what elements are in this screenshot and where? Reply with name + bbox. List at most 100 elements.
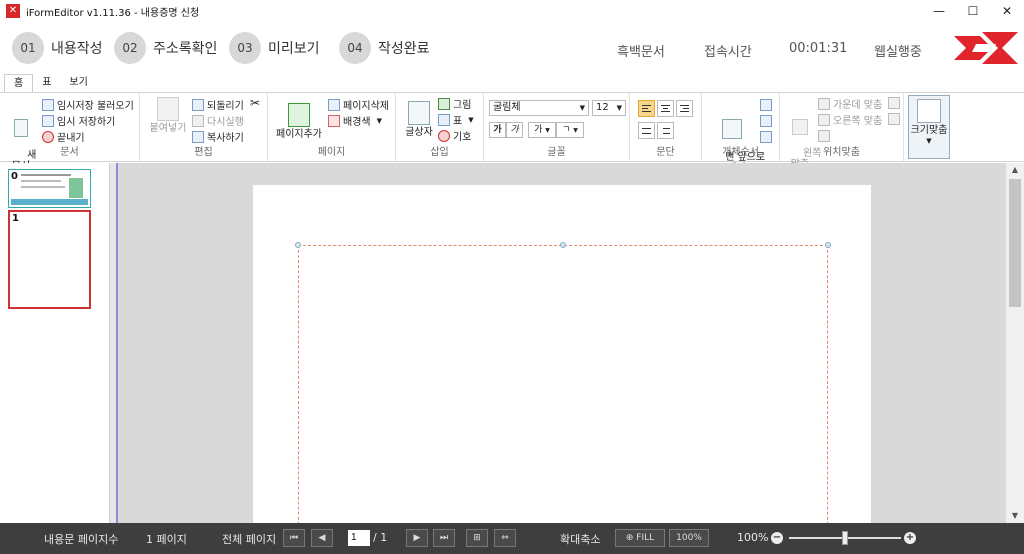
new-document-icon xyxy=(14,119,28,137)
insert-image-button[interactable]: 그림 xyxy=(438,96,471,111)
pane-splitter[interactable] xyxy=(110,163,118,523)
italic-button[interactable]: 가 xyxy=(506,122,523,138)
paste-icon xyxy=(157,97,179,121)
maximize-button[interactable]: ☐ xyxy=(956,0,990,22)
thumbnail-number: 0 xyxy=(11,171,18,182)
textbox-label: 글상자 xyxy=(405,127,433,138)
page-thumbnails: 0 1 xyxy=(0,163,110,523)
zoom-value: 100% xyxy=(737,531,769,544)
align-left-button[interactable] xyxy=(638,100,655,117)
background-color-button[interactable]: 배경색 ▼ xyxy=(328,113,382,128)
fit-page-icon[interactable]: ⊞ xyxy=(466,529,488,547)
add-page-button[interactable]: 페이지추가 xyxy=(274,103,324,140)
resize-handle[interactable] xyxy=(295,242,301,248)
align-obj-right-button[interactable]: 오른쪽 맞춤 xyxy=(818,112,882,127)
insert-image-label: 그림 xyxy=(453,100,472,111)
redo-label: 다시실행 xyxy=(207,117,244,128)
step-2[interactable]: 02 주소록확인 xyxy=(114,32,217,64)
window-title: iFormEditor v1.11.36 - 내용증명 신청 xyxy=(26,7,200,19)
group-label: 문서 xyxy=(60,147,79,158)
thumbnail-page-0[interactable]: 0 xyxy=(8,169,91,208)
document-page[interactable] xyxy=(253,185,871,523)
elapsed-value: 00:01:31 xyxy=(789,41,848,56)
scroll-up-icon[interactable]: ▲ xyxy=(1006,163,1024,177)
step-number: 03 xyxy=(229,32,261,64)
undo-button[interactable]: 되돌리기 xyxy=(192,97,244,112)
insert-table-button[interactable]: 표 ▼ xyxy=(438,112,474,127)
resize-handle[interactable] xyxy=(560,242,566,248)
app-icon: ✕ xyxy=(6,4,20,18)
insert-symbol-button[interactable]: 기호 xyxy=(438,128,471,143)
align-bottom-icon[interactable] xyxy=(818,130,830,142)
step-4[interactable]: 04 작성완료 xyxy=(339,32,430,64)
scroll-down-icon[interactable]: ▼ xyxy=(1006,509,1024,523)
scroll-thumb[interactable] xyxy=(1009,179,1021,307)
save-temp-button[interactable]: 임시 저장하기 xyxy=(42,113,115,128)
load-temp-button[interactable]: 임시저장 불러오기 xyxy=(42,97,134,112)
delete-page-button[interactable]: 페이지삭제 xyxy=(328,97,389,112)
font-size-value: 12 xyxy=(596,102,609,113)
exit-button[interactable]: 끝내기 xyxy=(42,129,85,144)
first-page-icon[interactable]: ⏮ xyxy=(283,529,305,547)
thumbnail-page-1[interactable]: 1 xyxy=(8,210,91,309)
align-obj-center-button[interactable]: 가운데 맞춤 xyxy=(818,96,882,111)
fit-size-button[interactable]: 크기맞춤 ▼ xyxy=(908,95,950,159)
textbox-button[interactable]: 글상자 xyxy=(402,101,436,138)
distribute-h-icon[interactable] xyxy=(888,97,900,109)
zoom-slider-knob[interactable] xyxy=(842,531,848,545)
prev-page-icon[interactable]: ◀ xyxy=(311,529,333,547)
tab-table[interactable]: 표 xyxy=(33,74,60,92)
zoom-in-icon[interactable]: + xyxy=(904,532,916,544)
page-count: / 1 xyxy=(373,531,388,544)
align-right-button[interactable] xyxy=(676,100,693,117)
next-page-icon[interactable]: ▶ xyxy=(406,529,428,547)
title-bar: ✕ iFormEditor v1.11.36 - 내용증명 신청 — ☐ ✕ xyxy=(0,0,1024,22)
fill-icon: ⊕ xyxy=(625,533,634,543)
line-spacing-button[interactable] xyxy=(638,122,655,139)
page-number-input[interactable] xyxy=(348,530,370,546)
thumbnail-number: 1 xyxy=(12,213,19,224)
zoom-out-icon[interactable]: − xyxy=(771,532,783,544)
fit-width-icon[interactable]: ⇔ xyxy=(494,529,516,547)
add-page-icon xyxy=(288,103,310,127)
bring-forward-icon[interactable] xyxy=(760,99,772,111)
align-center-icon xyxy=(818,97,830,110)
last-page-icon[interactable]: ⏭ xyxy=(433,529,455,547)
step-3[interactable]: 03 미리보기 xyxy=(229,32,320,64)
redo-button[interactable]: 다시실행 xyxy=(192,113,244,128)
resize-handle[interactable] xyxy=(825,242,831,248)
zoom-100-button[interactable]: 100% xyxy=(669,529,709,547)
indent-button[interactable] xyxy=(657,122,674,139)
dropdown-arrow-icon: ▼ xyxy=(573,127,578,134)
save-temp-label: 임시 저장하기 xyxy=(57,117,116,128)
editor-canvas[interactable] xyxy=(118,163,1006,523)
send-back-icon[interactable] xyxy=(760,131,772,143)
tab-home[interactable]: 홈 xyxy=(4,74,34,92)
align-obj-center-label: 가운데 맞춤 xyxy=(833,100,883,111)
redo-icon xyxy=(192,114,204,127)
fit-size-label: 크기맞춤 xyxy=(910,125,948,136)
group-edit: 붙여넣기 되돌리기 다시실행 복사하기 ✂ 편집 xyxy=(140,93,268,161)
load-temp-label: 임시저장 불러오기 xyxy=(57,101,134,112)
distribute-v-icon[interactable] xyxy=(888,113,900,125)
step-number: 04 xyxy=(339,32,371,64)
step-1[interactable]: 01 내용작성 xyxy=(12,32,103,64)
copy-button[interactable]: 복사하기 xyxy=(192,129,244,144)
font-shrink-button[interactable]: ㄱ ▼ xyxy=(556,122,584,138)
fit-size-icon xyxy=(917,99,941,123)
close-button[interactable]: ✕ xyxy=(990,0,1024,22)
font-family-select[interactable]: 굴림체 ▼ xyxy=(489,100,589,116)
font-grow-button[interactable]: 가 ▼ xyxy=(528,122,556,138)
tab-view[interactable]: 보기 xyxy=(60,74,96,92)
align-center-button[interactable] xyxy=(657,100,674,117)
bold-button[interactable]: 가 xyxy=(489,122,506,138)
fill-button[interactable]: ⊕ FILL xyxy=(615,529,665,547)
paste-button[interactable]: 붙여넣기 xyxy=(148,97,188,134)
font-size-select[interactable]: 12 ▼ xyxy=(592,100,626,116)
group-insert: 글상자 그림 표 ▼ 기호 삽입 xyxy=(396,93,484,161)
cut-icon[interactable]: ✂ xyxy=(250,96,260,110)
send-backward-icon[interactable] xyxy=(760,115,772,127)
content-frame[interactable] xyxy=(298,245,828,523)
vertical-scrollbar[interactable]: ▲ ▼ xyxy=(1006,163,1024,523)
minimize-button[interactable]: — xyxy=(922,0,956,22)
